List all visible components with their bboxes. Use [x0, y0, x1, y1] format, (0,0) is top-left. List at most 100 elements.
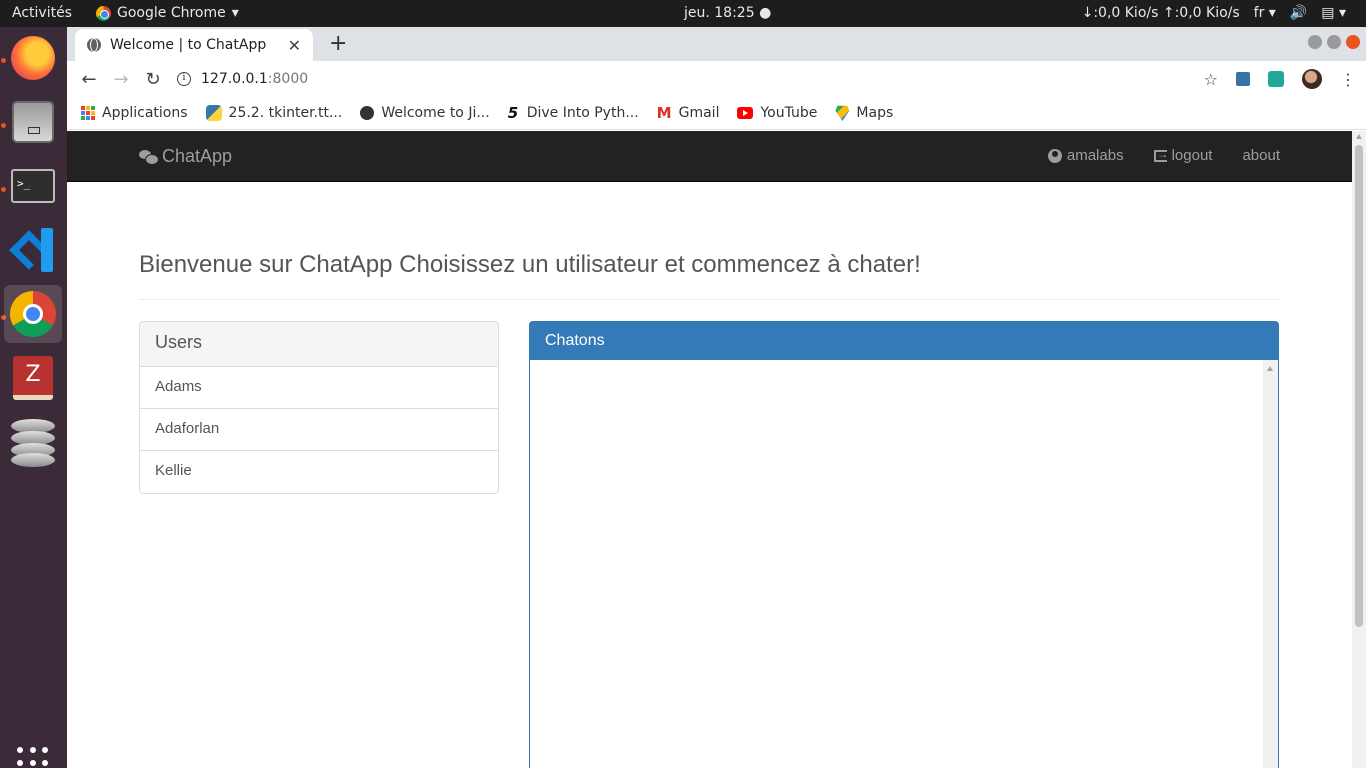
gmail-icon: M — [656, 104, 672, 122]
dock: >_ Z — [0, 27, 67, 768]
system-top-bar: Activités Google Chrome ▾ jeu. 18:25 ● ↓… — [0, 0, 1366, 27]
clock[interactable]: jeu. 18:25 ● — [684, 5, 771, 21]
globe-icon — [360, 106, 375, 120]
battery-icon[interactable]: ▤ ▾ — [1321, 5, 1346, 21]
firefox-launcher[interactable] — [4, 29, 62, 87]
logout-icon — [1153, 147, 1169, 162]
bookmark-dive-into-python[interactable]: 5 Dive Into Pyth... — [508, 104, 639, 122]
terminal-launcher[interactable]: >_ — [4, 157, 62, 215]
chat-messages-area[interactable] — [530, 360, 1278, 768]
minimize-button[interactable] — [1308, 35, 1322, 49]
bookmarks-bar: Applications 25.2. tkinter.tt... Welcome… — [67, 97, 1366, 130]
tab-strip: Welcome | to ChatApp ✕ + — [67, 27, 1366, 61]
user-link[interactable]: amalabs — [1047, 147, 1124, 164]
firefox-icon — [11, 36, 55, 80]
page-title: Bienvenue sur ChatApp Choisissez un util… — [139, 251, 921, 278]
bookmark-label: Maps — [856, 105, 894, 121]
browser-toolbar: ← → ↻ i 127.0.0.1:8000 ☆ ⋮ — [67, 61, 1366, 97]
bookmark-applications[interactable]: Applications — [81, 105, 188, 121]
tab-title: Welcome | to ChatApp — [110, 37, 267, 53]
bookmark-maps[interactable]: Maps — [835, 105, 893, 121]
back-button[interactable]: ← — [73, 69, 105, 90]
nav-links: amalabs logout about — [1047, 147, 1280, 164]
users-panel: Users Adams Adaforlan Kellie — [139, 321, 499, 494]
user-list-item[interactable]: Kellie — [140, 451, 498, 493]
logout-link[interactable]: logout — [1153, 147, 1212, 164]
profile-avatar[interactable] — [1302, 69, 1322, 89]
zotero-icon: Z — [13, 356, 53, 400]
youtube-icon — [737, 107, 754, 119]
database-launcher[interactable] — [4, 413, 62, 471]
files-icon — [12, 101, 54, 143]
bookmark-label: Applications — [102, 105, 188, 121]
extension-icon[interactable] — [1268, 71, 1284, 87]
language-indicator[interactable]: fr ▾ — [1254, 5, 1276, 21]
bookmark-gmail[interactable]: M Gmail — [657, 104, 720, 122]
chat-panel: Chatons — [529, 321, 1279, 768]
reload-button[interactable]: ↻ — [137, 69, 169, 90]
tab-active[interactable]: Welcome | to ChatApp ✕ — [75, 29, 313, 61]
url-port: :8000 — [267, 71, 309, 87]
zotero-launcher[interactable]: Z — [4, 349, 62, 407]
url-text: 127.0.0.1:8000 — [201, 71, 308, 87]
chrome-launcher[interactable] — [4, 285, 62, 343]
about-link[interactable]: about — [1242, 147, 1280, 164]
bookmark-label: YouTube — [760, 105, 818, 121]
address-bar[interactable]: i 127.0.0.1:8000 — [177, 64, 1207, 94]
user-label: amalabs — [1066, 147, 1124, 164]
close-tab-icon[interactable]: ✕ — [288, 36, 301, 55]
chrome-icon — [10, 291, 56, 337]
chat-scrollbar[interactable] — [1263, 360, 1278, 768]
brand-link[interactable]: ChatApp — [139, 146, 232, 167]
show-applications-icon[interactable] — [17, 747, 49, 768]
network-speed: ↓:0,0 Kio/s ↑:0,0 Kio/s — [1081, 5, 1240, 21]
menu-icon[interactable]: ⋮ — [1340, 70, 1356, 89]
maximize-button[interactable] — [1327, 35, 1341, 49]
user-list-item[interactable]: Adaforlan — [140, 409, 498, 451]
database-icon — [11, 419, 55, 467]
system-tray: ↓:0,0 Kio/s ↑:0,0 Kio/s fr ▾ 🔊 ▤ ▾ — [1082, 5, 1346, 21]
bookmark-label: Welcome to Ji... — [381, 105, 490, 121]
activities-button[interactable]: Activités — [12, 5, 72, 21]
clock-label: jeu. 18:25 — [684, 5, 755, 21]
toolbar-actions: ☆ ⋮ — [1204, 69, 1356, 89]
page-scrollbar[interactable] — [1352, 131, 1366, 768]
url-host: 127.0.0.1 — [201, 71, 268, 87]
chat-panel-title: Chatons — [530, 322, 1278, 360]
brand-label: ChatApp — [162, 146, 233, 166]
apps-icon — [81, 106, 95, 120]
bookmark-tkinter[interactable]: 25.2. tkinter.tt... — [205, 105, 343, 121]
volume-icon[interactable]: 🔊 — [1290, 5, 1307, 21]
scroll-up-icon[interactable] — [1356, 134, 1362, 139]
terminal-icon: >_ — [11, 169, 55, 203]
language-label: fr — [1253, 5, 1265, 21]
close-window-button[interactable] — [1346, 35, 1360, 49]
vscode-launcher[interactable] — [4, 221, 62, 279]
files-launcher[interactable] — [4, 93, 62, 151]
bookmark-label: 25.2. tkinter.tt... — [228, 105, 343, 121]
maps-icon — [835, 105, 850, 121]
new-tab-button[interactable]: + — [329, 31, 347, 56]
dive-icon: 5 — [507, 104, 519, 122]
user-list-item[interactable]: Adams — [140, 367, 498, 409]
bookmark-star-icon[interactable]: ☆ — [1204, 70, 1218, 89]
bookmark-label: Gmail — [678, 105, 720, 121]
browser-window: Welcome | to ChatApp ✕ + ← → ↻ i 127.0.0… — [67, 27, 1366, 768]
scrollbar-thumb[interactable] — [1355, 145, 1363, 627]
chrome-icon — [96, 5, 111, 21]
page-viewport: ChatApp amalabs logout about Bienvenue s… — [67, 131, 1366, 768]
bookmark-label: Dive Into Pyth... — [526, 105, 639, 121]
app-menu[interactable]: Google Chrome ▾ — [96, 5, 239, 21]
extension-icon[interactable] — [1236, 72, 1250, 86]
comments-icon — [139, 149, 159, 165]
python-icon — [205, 105, 222, 121]
app-menu-label: Google Chrome — [117, 5, 226, 21]
user-icon — [1047, 148, 1062, 163]
info-icon[interactable]: i — [177, 72, 191, 86]
vscode-icon — [9, 228, 55, 272]
bookmark-youtube[interactable]: YouTube — [737, 105, 817, 121]
bookmark-jira[interactable]: Welcome to Ji... — [360, 105, 490, 121]
chevron-down-icon: ▾ — [231, 5, 239, 21]
about-label: about — [1242, 147, 1280, 164]
forward-button[interactable]: → — [105, 69, 137, 90]
